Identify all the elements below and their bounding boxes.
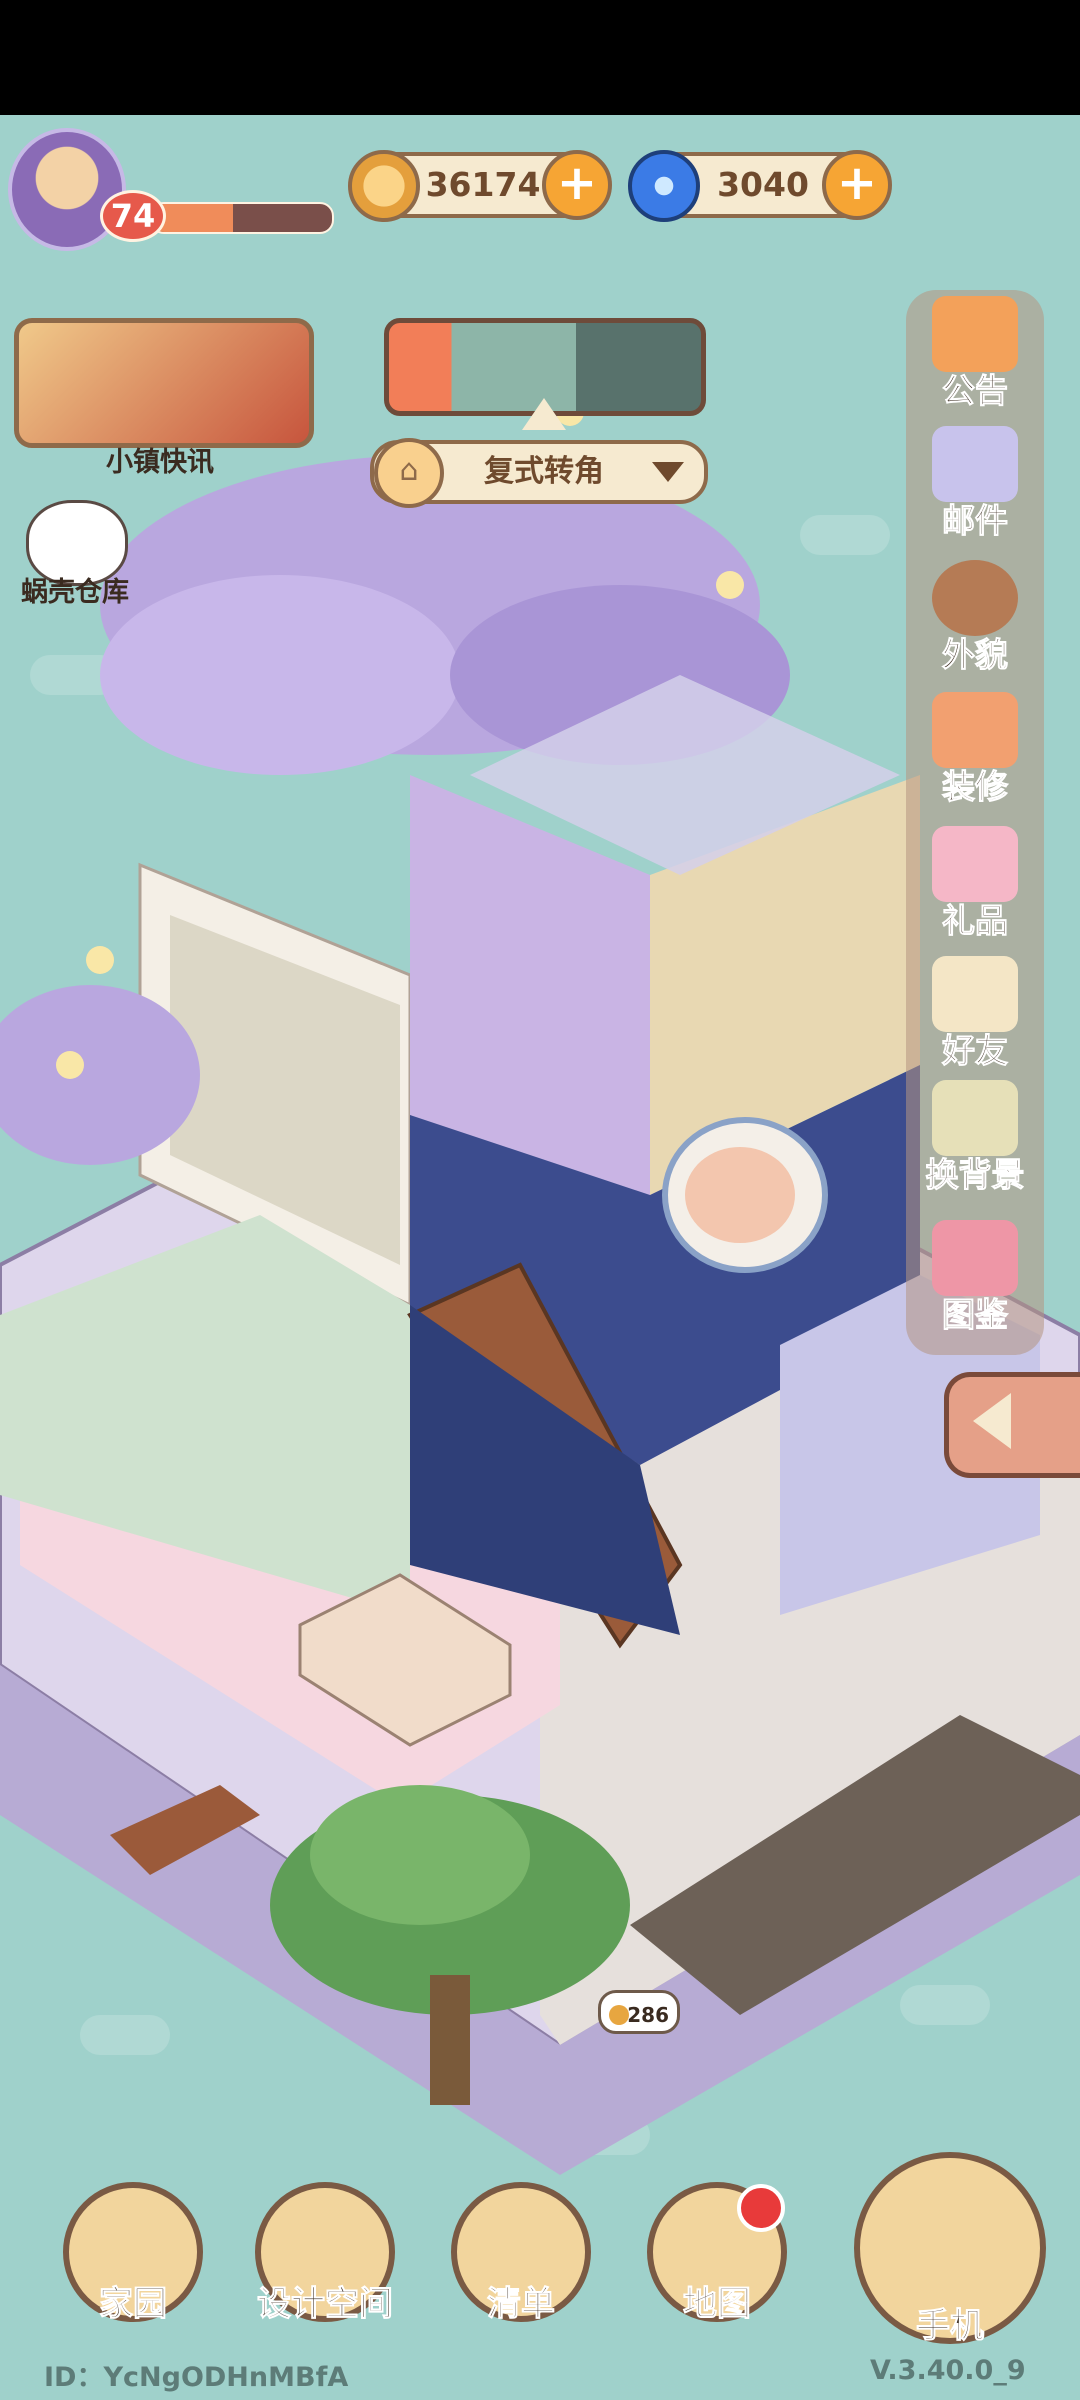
nav-home[interactable]: 家园 (58, 2182, 208, 2325)
nav-label: 地图 (683, 2284, 752, 2325)
town-news-label: 小镇快讯 (106, 447, 214, 478)
collapse-side-menu-button[interactable] (944, 1372, 1080, 1478)
side-item-gifts[interactable]: 礼品 (906, 826, 1044, 940)
nav-checklist[interactable]: 清单 (446, 2182, 596, 2325)
side-item-label: 图鉴 (942, 1295, 1009, 1334)
side-item-catalog[interactable]: 图鉴 (906, 1220, 1044, 1334)
player-level-badge: 74 (100, 190, 166, 242)
megaphone-icon (932, 296, 1018, 372)
coin-counter: 36174 + (348, 150, 612, 222)
coin-value: 36174 (425, 165, 541, 204)
coin-icon (609, 2005, 629, 2025)
home-icon: ⌂ (374, 438, 444, 508)
side-item-label: 好友 (942, 1031, 1009, 1070)
coin-icon (348, 150, 420, 222)
character-icon (932, 560, 1018, 636)
nav-label: 手机 (916, 2306, 985, 2347)
side-item-change-background[interactable]: 换背景 (906, 1080, 1044, 1194)
gift-icon (932, 826, 1018, 902)
snail-storage-label: 蜗壳仓库 (21, 577, 129, 608)
side-item-label: 装修 (942, 767, 1009, 806)
app-version: V.3.40.0_9 (870, 2355, 1026, 2386)
chevron-left-icon (973, 1393, 1011, 1449)
gem-icon (628, 150, 700, 222)
xp-progress-bar (150, 202, 334, 234)
side-item-friends[interactable]: 好友 (906, 956, 1044, 1070)
visitor-coin-value: 286 (627, 2003, 669, 2027)
renovate-icon (932, 692, 1018, 768)
gem-value: 3040 (717, 165, 809, 204)
nav-label: 清单 (487, 2284, 556, 2325)
side-item-label: 礼品 (942, 901, 1009, 940)
add-coins-button[interactable]: + (542, 150, 612, 220)
side-item-label: 外貌 (942, 635, 1009, 674)
friends-icon (932, 956, 1018, 1032)
chevron-down-icon (652, 462, 684, 482)
side-item-label: 邮件 (942, 501, 1009, 540)
player-id: ID：YcNgODHnMBfA (44, 2362, 349, 2393)
side-item-renovate[interactable]: 装修 (906, 692, 1044, 806)
nav-phone[interactable]: 手机 (850, 2152, 1050, 2347)
add-gems-button[interactable]: + (822, 150, 892, 220)
catalog-icon (932, 1220, 1018, 1296)
status-bar (0, 0, 1080, 115)
mail-icon (932, 426, 1018, 502)
nav-label: 家园 (99, 2284, 168, 2325)
visitor-coin-bubble[interactable]: 286 (598, 1990, 680, 2034)
background-icon (932, 1080, 1018, 1156)
time-of-day-arrow-icon (522, 398, 566, 430)
side-item-label: 换背景 (925, 1155, 1025, 1194)
town-news-thumbnail[interactable] (14, 318, 314, 448)
layout-selector-dropdown[interactable]: ⌂ 复式转角 (370, 438, 708, 508)
notification-dot (737, 2184, 785, 2232)
nav-map[interactable]: 地图 (642, 2182, 792, 2325)
gem-counter: 3040 + (628, 150, 892, 222)
side-item-appearance[interactable]: 外貌 (906, 560, 1044, 674)
nav-label: 设计空间 (257, 2284, 394, 2325)
side-item-label: 公告 (942, 371, 1009, 410)
layout-selector-label: 复式转角 (484, 454, 604, 489)
nav-design-space[interactable]: 设计空间 (240, 2182, 410, 2325)
side-item-mail[interactable]: 邮件 (906, 426, 1044, 540)
side-item-announcement[interactable]: 公告 (906, 296, 1044, 410)
